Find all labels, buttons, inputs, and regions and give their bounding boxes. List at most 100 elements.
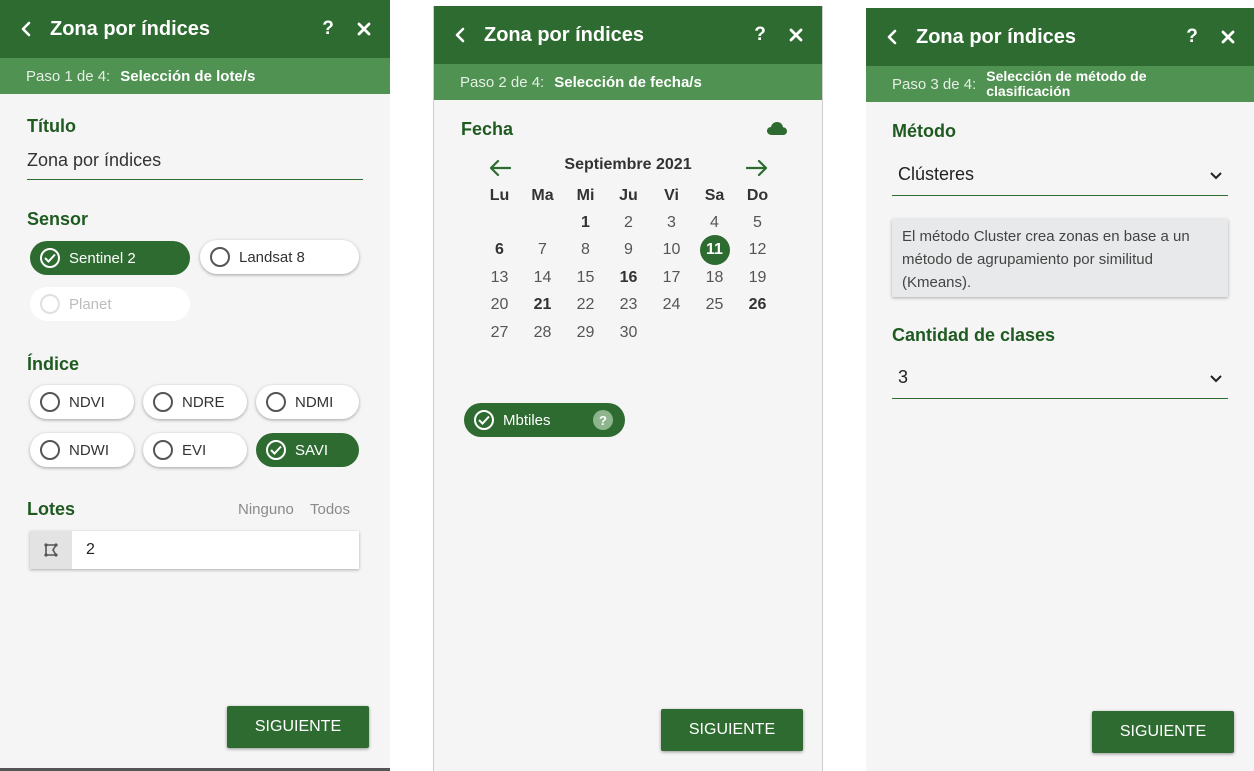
lotes-input[interactable]: 2 (30, 531, 359, 569)
calendar-day[interactable]: 10 (650, 237, 693, 264)
calendar-weekday: Lu (489, 186, 510, 204)
calendar-day-selected[interactable]: 11 (693, 235, 736, 266)
help-button[interactable]: ? (318, 18, 338, 40)
radio-empty-icon (266, 392, 286, 412)
indice-option-label: NDWI (69, 441, 109, 459)
cloud-icon[interactable] (766, 121, 788, 141)
calendar-day[interactable]: 12 (736, 237, 779, 264)
titulo-input[interactable]: Zona por índices (27, 150, 363, 180)
sensor-option-planet: Planet (30, 287, 190, 321)
calendar-day[interactable]: 17 (650, 264, 693, 291)
next-button[interactable]: SIGUIENTE (1092, 711, 1234, 753)
close-icon[interactable] (788, 27, 804, 43)
step-name: Selección de lote/s (120, 67, 256, 85)
calendar-day[interactable]: 28 (521, 319, 564, 346)
mbtiles-toggle[interactable]: Mbtiles ? (464, 403, 625, 437)
calendar-day[interactable]: 24 (650, 292, 693, 319)
indice-option-ndwi[interactable]: NDWI (30, 433, 134, 467)
help-icon[interactable]: ? (593, 410, 613, 430)
sensor-option-landsat8[interactable]: Landsat 8 (200, 240, 359, 274)
clases-select[interactable]: 3 (892, 357, 1228, 399)
step-name: Selección de método de clasificación (986, 69, 1146, 99)
close-icon[interactable] (356, 21, 372, 37)
radio-empty-icon (40, 392, 60, 412)
back-arrow-icon[interactable] (18, 21, 34, 37)
calendar-day[interactable]: 21 (521, 292, 564, 319)
calendar-day[interactable]: 13 (478, 264, 521, 291)
calendar-day[interactable]: 19 (736, 264, 779, 291)
titulo-label: Título (27, 116, 76, 136)
calendar-day[interactable]: 8 (564, 237, 607, 264)
calendar-day[interactable]: 2 (607, 209, 650, 236)
calendar-day[interactable]: 25 (693, 292, 736, 319)
metodo-description: El método Cluster crea zonas en base a u… (892, 219, 1228, 297)
fecha-label: Fecha (461, 119, 514, 139)
calendar-day[interactable]: 29 (564, 319, 607, 346)
calendar-weekday: Do (746, 186, 769, 204)
calendar-day[interactable]: 6 (478, 237, 521, 264)
calendar-day[interactable]: 15 (564, 264, 607, 291)
calendar-day[interactable]: 16 (607, 264, 650, 291)
step-name: Selección de fecha/s (554, 73, 702, 91)
calendar-day[interactable]: 20 (478, 292, 521, 319)
close-icon[interactable] (1220, 29, 1236, 45)
clases-label: Cantidad de clases (892, 325, 1056, 345)
arrow-right-icon[interactable] (742, 153, 772, 183)
check-circle-icon (266, 440, 286, 460)
check-circle-icon (40, 248, 60, 268)
panel-title: Zona por índices (50, 17, 211, 40)
metodo-label: Método (892, 121, 956, 141)
help-button[interactable]: ? (1182, 26, 1202, 48)
indice-option-label: EVI (182, 441, 207, 459)
back-arrow-icon[interactable] (452, 27, 468, 43)
lotes-select-none[interactable]: Ninguno (238, 501, 294, 518)
panel-title: Zona por índices (484, 23, 645, 46)
calendar-day[interactable]: 30 (607, 319, 650, 346)
indice-option-savi[interactable]: SAVI (256, 433, 359, 467)
step-name-line: clasificación (986, 83, 1071, 99)
indice-option-evi[interactable]: EVI (143, 433, 247, 467)
lotes-select-all[interactable]: Todos (310, 501, 350, 518)
chevron-down-icon (1210, 367, 1222, 388)
calendar-day-label: 11 (699, 235, 730, 266)
radio-empty-icon (153, 440, 173, 460)
metodo-select[interactable]: Clústeres (892, 154, 1228, 196)
calendar-day[interactable]: 5 (736, 209, 779, 236)
calendar-day[interactable]: 9 (607, 237, 650, 264)
radio-empty-icon (153, 392, 173, 412)
check-circle-icon (474, 410, 494, 430)
step-number: Paso 2 de 4: (460, 73, 545, 91)
calendar-day[interactable]: 4 (693, 209, 736, 236)
mbtiles-label: Mbtiles (503, 411, 551, 429)
clases-value: 3 (898, 367, 909, 387)
panel-header: Zona por índices ? (866, 8, 1254, 66)
next-button[interactable]: SIGUIENTE (661, 709, 803, 751)
arrow-left-icon[interactable] (485, 153, 515, 183)
sensor-option-label: Sentinel 2 (69, 249, 136, 267)
calendar-day[interactable]: 22 (564, 292, 607, 319)
calendar-day[interactable]: 14 (521, 264, 564, 291)
panel-title: Zona por índices (916, 25, 1077, 48)
calendar-day[interactable]: 27 (478, 319, 521, 346)
calendar-day[interactable]: 3 (650, 209, 693, 236)
indice-option-ndmi[interactable]: NDMI (256, 385, 359, 419)
radio-empty-icon (40, 440, 60, 460)
calendar-day[interactable]: 1 (564, 209, 607, 236)
indice-option-ndvi[interactable]: NDVI (30, 385, 134, 419)
indice-option-ndre[interactable]: NDRE (143, 385, 247, 419)
sensor-option-sentinel2[interactable]: Sentinel 2 (30, 241, 190, 275)
step-bar: Paso 2 de 4: Selección de fecha/s (434, 64, 822, 100)
back-arrow-icon[interactable] (884, 29, 900, 45)
help-button[interactable]: ? (750, 24, 770, 46)
calendar-month: Septiembre 2021 (564, 156, 692, 173)
next-button[interactable]: SIGUIENTE (227, 706, 369, 748)
radio-empty-icon (210, 247, 230, 267)
calendar-day[interactable]: 7 (521, 237, 564, 264)
calendar-day[interactable]: 23 (607, 292, 650, 319)
panel-step-3: Zona por índices ? Paso 3 de 4: Selecció… (866, 8, 1254, 771)
calendar-day[interactable]: 26 (736, 292, 779, 319)
sensor-label: Sensor (27, 209, 89, 229)
panel-header: Zona por índices ? (434, 6, 822, 64)
panel-step-1: Zona por índices ? Paso 1 de 4: Selecció… (0, 0, 390, 771)
calendar-day[interactable]: 18 (693, 264, 736, 291)
